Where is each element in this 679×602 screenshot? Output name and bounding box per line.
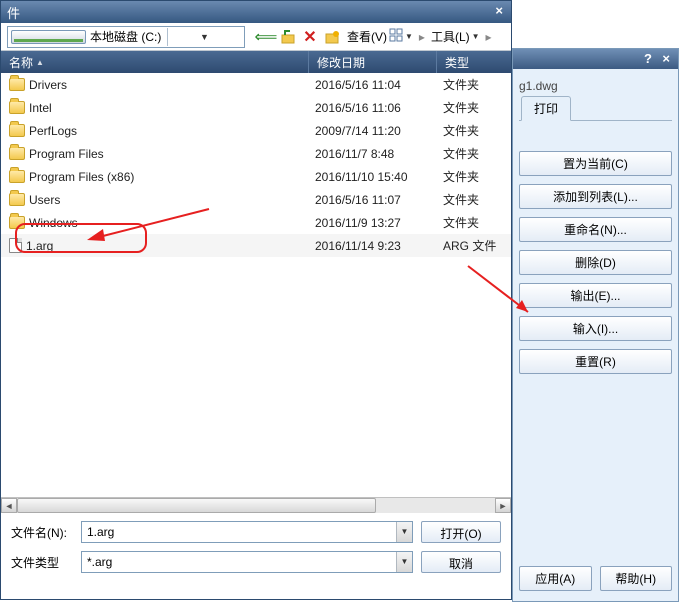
file-row[interactable]: Program Files (x86) 2016/11/10 15:40文件夹 (1, 165, 511, 188)
folder-icon (9, 78, 25, 91)
folder-icon (9, 101, 25, 114)
help-button[interactable]: 帮助(H) (600, 566, 673, 591)
file-date: 2016/11/7 8:48 (309, 147, 437, 161)
export-button[interactable]: 输出(E)... (519, 283, 672, 308)
rename-button[interactable]: 重命名(N)... (519, 217, 672, 242)
print-settings-panel: ? × g1.dwg 打印 置为当前(C) 添加到列表(L)... 重命名(N)… (512, 48, 679, 602)
path-text: 本地磁盘 (C:) (90, 28, 163, 45)
chevron-down-icon: ▼ (405, 32, 413, 41)
file-row[interactable]: Windows 2016/11/9 13:27文件夹 (1, 211, 511, 234)
help-icon[interactable]: ? (640, 51, 656, 66)
new-folder-icon[interactable] (323, 28, 341, 46)
file-name: Windows (29, 216, 78, 230)
add-to-list-button[interactable]: 添加到列表(L)... (519, 184, 672, 209)
scroll-track[interactable] (17, 498, 495, 513)
folder-icon (9, 216, 25, 229)
delete-icon[interactable]: ✕ (301, 28, 319, 46)
file-list[interactable]: Drivers2016/5/16 11:04文件夹Intel2016/5/16 … (1, 73, 511, 513)
column-headers: 名称 ▲ 修改日期 类型 (1, 51, 511, 73)
file-type: 文件夹 (437, 99, 511, 116)
folder-icon (9, 124, 25, 137)
file-name: Intel (29, 101, 52, 115)
tab-strip: 打印 (519, 99, 672, 121)
file-name: Users (29, 193, 60, 207)
chevron-down-icon[interactable]: ▼ (167, 28, 241, 46)
file-row[interactable]: Drivers 2016/5/16 11:04文件夹 (1, 73, 511, 96)
filename-label: 文件名(N): (11, 524, 73, 541)
delete-button[interactable]: 删除(D) (519, 250, 672, 275)
folder-icon (9, 147, 25, 160)
reset-button[interactable]: 重置(R) (519, 349, 672, 374)
file-date: 2016/11/9 13:27 (309, 216, 437, 230)
panel-titlebar: ? × (513, 49, 678, 69)
tab-print[interactable]: 打印 (521, 96, 571, 121)
drive-icon (11, 30, 86, 44)
set-current-button[interactable]: 置为当前(C) (519, 151, 672, 176)
file-type: 文件夹 (437, 76, 511, 93)
file-hint: g1.dwg (519, 79, 672, 93)
file-name: PerfLogs (29, 124, 77, 138)
file-type: 文件夹 (437, 168, 511, 185)
file-row[interactable]: Intel 2016/5/16 11:06文件夹 (1, 96, 511, 119)
file-date: 2016/11/14 9:23 (309, 239, 437, 253)
file-type: 文件夹 (437, 122, 511, 139)
close-icon[interactable]: × (491, 3, 507, 18)
file-name: Drivers (29, 78, 67, 92)
file-type: ARG 文件 (437, 237, 511, 254)
file-date: 2016/11/10 15:40 (309, 170, 437, 184)
header-date[interactable]: 修改日期 (309, 51, 437, 73)
file-row[interactable]: PerfLogs 2009/7/14 11:20文件夹 (1, 119, 511, 142)
horizontal-scrollbar[interactable]: ◄ ► (1, 497, 511, 513)
file-icon (9, 238, 22, 253)
file-name: Program Files (29, 147, 104, 161)
file-open-dialog: 件 × 本地磁盘 (C:) ▼ ⟸ ✕ 查看(V) ▼ ▸ 工具(L) ▼ (0, 0, 512, 600)
up-folder-icon[interactable] (279, 28, 297, 46)
file-date: 2016/5/16 11:06 (309, 101, 437, 115)
chevron-down-icon: ▼ (472, 32, 480, 41)
file-date: 2009/7/14 11:20 (309, 124, 437, 138)
back-icon[interactable]: ⟸ (257, 28, 275, 46)
tools-menu[interactable]: 工具(L) ▼ (429, 28, 482, 45)
scroll-thumb[interactable] (17, 498, 376, 513)
toolbar: 本地磁盘 (C:) ▼ ⟸ ✕ 查看(V) ▼ ▸ 工具(L) ▼ ▸ (1, 23, 511, 51)
file-row[interactable]: Program Files 2016/11/7 8:48文件夹 (1, 142, 511, 165)
close-icon[interactable]: × (658, 51, 674, 66)
filetype-combo[interactable]: ▼ (81, 551, 413, 573)
open-button[interactable]: 打开(O) (421, 521, 501, 543)
file-name: Program Files (x86) (29, 170, 134, 184)
cancel-button[interactable]: 取消 (421, 551, 501, 573)
views-icon (389, 28, 403, 45)
file-date: 2016/5/16 11:04 (309, 78, 437, 92)
view-menu[interactable]: 查看(V) ▼ (345, 28, 415, 45)
file-row[interactable]: Users 2016/5/16 11:07文件夹 (1, 188, 511, 211)
dialog-title: 件 (7, 6, 20, 21)
header-type[interactable]: 类型 (437, 51, 511, 73)
dialog-titlebar: 件 × (1, 1, 511, 23)
file-name: 1.arg (26, 239, 53, 253)
header-name[interactable]: 名称 ▲ (1, 51, 309, 73)
file-row[interactable]: 1.arg 2016/11/14 9:23ARG 文件 (1, 234, 511, 257)
file-type: 文件夹 (437, 191, 511, 208)
file-type: 文件夹 (437, 214, 511, 231)
apply-button[interactable]: 应用(A) (519, 566, 592, 591)
folder-icon (9, 170, 25, 183)
chevron-down-icon[interactable]: ▼ (396, 552, 412, 572)
folder-icon (9, 193, 25, 206)
filename-input[interactable] (82, 525, 396, 539)
file-date: 2016/5/16 11:07 (309, 193, 437, 207)
filetype-label: 文件类型 (11, 554, 73, 571)
import-button[interactable]: 输入(I)... (519, 316, 672, 341)
scroll-right-icon[interactable]: ► (495, 498, 511, 513)
filetype-input[interactable] (82, 555, 396, 569)
scroll-left-icon[interactable]: ◄ (1, 498, 17, 513)
filename-combo[interactable]: ▼ (81, 521, 413, 543)
path-selector[interactable]: 本地磁盘 (C:) ▼ (7, 26, 245, 48)
chevron-down-icon[interactable]: ▼ (396, 522, 412, 542)
sort-indicator-icon: ▲ (36, 58, 44, 67)
file-type: 文件夹 (437, 145, 511, 162)
